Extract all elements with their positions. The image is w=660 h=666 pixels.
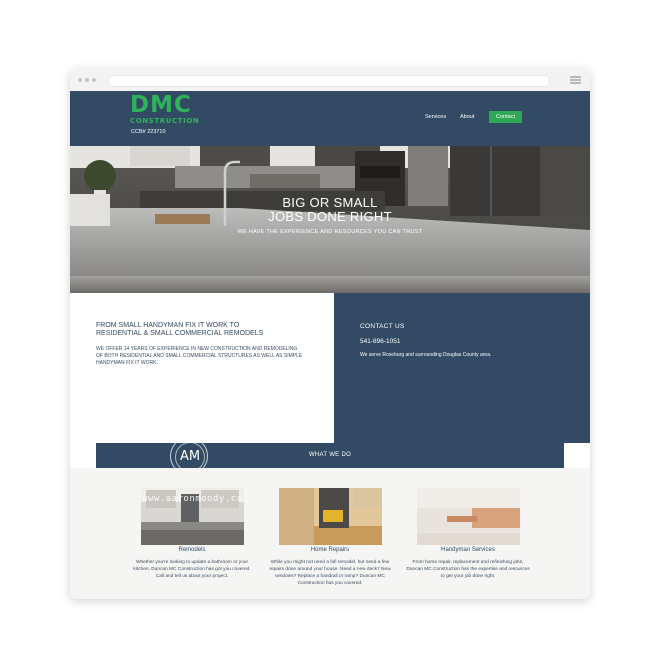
window-dot-icon — [78, 78, 82, 82]
window-dot-icon — [85, 78, 89, 82]
what-we-do-title: WHAT WE DO — [308, 452, 352, 458]
home-repairs-image — [279, 488, 382, 545]
what-we-do-bar: WHAT WE DO — [96, 443, 564, 468]
browser-chrome — [70, 69, 590, 92]
watermark-text: www.aaronmoody.co — [142, 494, 243, 504]
services-section: Remodels Home Repairs Handyman Services … — [70, 468, 590, 599]
remodels-title: Remodels — [178, 547, 206, 553]
home-repairs-description: While you might not need a full remodel,… — [269, 560, 391, 586]
logo-subtitle: CONSTRUCTION — [130, 117, 200, 125]
about-title-line2: RESIDENTIAL & SMALL COMMERCIAL REMODELS — [96, 330, 264, 337]
logo-wordmark: DMC — [130, 92, 192, 118]
window-dot-icon — [92, 78, 96, 82]
hero-title-line2: JOBS DONE RIGHT — [268, 209, 392, 224]
about-section: FROM SMALL HANDYMAN FIX IT WORK TO RESID… — [70, 293, 334, 443]
handyman-services-description: From home repair, replacement and refini… — [406, 560, 530, 579]
about-title: FROM SMALL HANDYMAN FIX IT WORK TO RESID… — [96, 322, 296, 338]
about-title-line1: FROM SMALL HANDYMAN FIX IT WORK TO — [96, 322, 240, 329]
contact-title: CONTACT US — [360, 323, 405, 330]
handyman-services-image — [417, 488, 520, 545]
contact-section: CONTACT US 541-896-1051 We serve Rosebur… — [334, 293, 590, 443]
hero-banner: BIG OR SMALL JOBS DONE RIGHT WE HAVE THE… — [70, 146, 590, 293]
hero-title-line1: BIG OR SMALL — [282, 195, 378, 210]
hamburger-menu-icon[interactable] — [570, 76, 581, 84]
nav-about-link[interactable]: About — [460, 114, 474, 120]
handyman-services-title: Handyman Services — [441, 547, 495, 553]
contact-service-area: We serve Roseburg and surrounding Dougla… — [360, 352, 492, 358]
address-bar[interactable] — [108, 75, 550, 87]
contact-button[interactable]: Contact — [489, 111, 522, 123]
browser-window: DMC CONSTRUCTION CCB# 223710 Services Ab… — [70, 69, 590, 599]
ccb-number: CCB# 223710 — [131, 129, 166, 135]
contact-phone[interactable]: 541-896-1051 — [360, 338, 400, 345]
dmc-logo[interactable]: DMC CONSTRUCTION — [130, 93, 210, 129]
remodels-description: Whether you're looking to update a bathr… — [133, 560, 251, 579]
about-text: We offer 14 years of experience in new c… — [96, 346, 303, 366]
hero-subtitle: WE HAVE THE EXPERIENCE AND RESOURCES YOU… — [237, 229, 423, 235]
home-repairs-title: Home Repairs — [310, 547, 350, 553]
nav-services-link[interactable]: Services — [425, 114, 446, 120]
site-header: DMC CONSTRUCTION CCB# 223710 Services Ab… — [70, 91, 590, 146]
